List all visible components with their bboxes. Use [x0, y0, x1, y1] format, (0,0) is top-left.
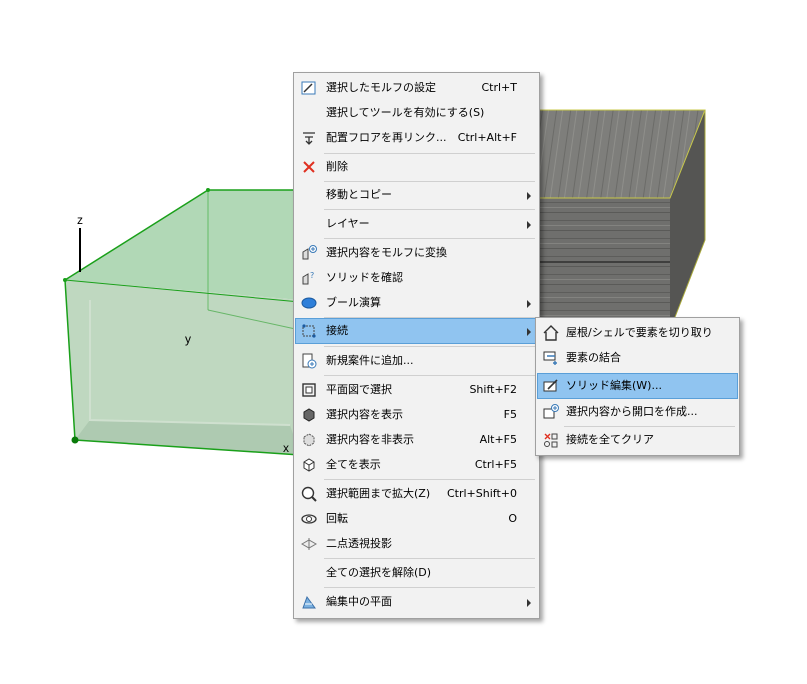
- submenu-arrow-icon: [527, 192, 531, 200]
- separator: [324, 558, 535, 559]
- select-in-plan-icon: [302, 383, 316, 397]
- separator: [324, 153, 535, 154]
- boolean-icon: [301, 297, 317, 309]
- editing-plane-icon: [302, 595, 316, 609]
- trim-roof-icon: [543, 325, 559, 341]
- menu-item-two-point-perspective[interactable]: 二点透視投影: [296, 532, 537, 556]
- menu-item-layer[interactable]: レイヤー: [296, 212, 537, 236]
- submenu-item-clear-connections[interactable]: 接続を全てクリア: [538, 428, 737, 452]
- menu-item-show-all[interactable]: 全てを表示 Ctrl+F5: [296, 453, 537, 477]
- solid-edit-icon: [543, 379, 558, 392]
- separator: [324, 375, 535, 376]
- selected-morph-box[interactable]: [63, 188, 301, 456]
- submenu-arrow-icon: [527, 221, 531, 229]
- separator: [564, 426, 735, 427]
- menu-item-delete[interactable]: 削除: [296, 155, 537, 179]
- check-solid-icon: ?: [302, 271, 314, 285]
- show-all-icon: [303, 458, 315, 472]
- menu-item-connect[interactable]: 接続: [295, 318, 538, 344]
- wood-block[interactable]: [540, 109, 706, 331]
- separator: [324, 479, 535, 480]
- orbit-icon: [301, 514, 317, 524]
- menu-item-boolean[interactable]: ブール演算: [296, 291, 537, 315]
- separator: [324, 587, 535, 588]
- merge-elements-icon: [543, 351, 557, 365]
- menu-item-add-to-new-issue[interactable]: 新規案件に追加...: [296, 349, 537, 373]
- separator: [324, 317, 535, 318]
- create-opening-icon: [543, 404, 559, 419]
- menu-item-select-and-activate-tool[interactable]: 選択してツールを有効にする(S): [296, 101, 537, 125]
- menu-item-editing-plane[interactable]: 編集中の平面: [296, 590, 537, 614]
- submenu-item-trim-to-roof-shell[interactable]: 屋根/シェルで要素を切り取り: [538, 321, 737, 345]
- context-menu: 選択したモルフの設定 Ctrl+T 選択してツールを有効にする(S) 配置フロア…: [293, 72, 540, 619]
- connect-icon: [302, 324, 316, 338]
- convert-to-morph-icon: [302, 245, 317, 260]
- submenu-item-solid-edit[interactable]: ソリッド編集(W)...: [537, 373, 738, 399]
- zoom-selection-icon: [301, 486, 317, 502]
- two-point-perspective-icon: [300, 538, 318, 550]
- menu-item-zoom-to-selection[interactable]: 選択範囲まで拡大(Z) Ctrl+Shift+0: [296, 482, 537, 506]
- menu-item-relink-floor[interactable]: 配置フロアを再リンク... Ctrl+Alt+F: [296, 126, 537, 150]
- separator: [324, 238, 535, 239]
- menu-item-morph-settings[interactable]: 選択したモルフの設定 Ctrl+T: [296, 76, 537, 100]
- axis-x-label: x: [283, 441, 289, 455]
- axis-y-label: y: [185, 332, 191, 346]
- submenu-item-create-opening[interactable]: 選択内容から開口を作成...: [538, 400, 737, 424]
- menu-item-move-and-copy[interactable]: 移動とコピー: [296, 183, 537, 207]
- menu-item-check-solid[interactable]: ? ソリッドを確認: [296, 266, 537, 290]
- menu-item-select-in-plan[interactable]: 平面図で選択 Shift+F2: [296, 378, 537, 402]
- menu-item-convert-to-morph[interactable]: 選択内容をモルフに変換: [296, 241, 537, 265]
- menu-item-deselect-all[interactable]: 全ての選択を解除(D): [296, 561, 537, 585]
- svg-text:?: ?: [310, 271, 314, 280]
- add-issue-icon: [302, 353, 317, 369]
- submenu-item-merge-elements[interactable]: 要素の結合: [538, 346, 737, 370]
- separator: [324, 181, 535, 182]
- delete-icon: [303, 161, 315, 173]
- separator: [324, 346, 535, 347]
- separator: [324, 209, 535, 210]
- show-selection-icon: [303, 408, 315, 422]
- submenu-arrow-icon: [527, 328, 531, 336]
- menu-item-orbit[interactable]: 回転 O: [296, 507, 537, 531]
- connect-submenu: 屋根/シェルで要素を切り取り 要素の結合 ソリッド編集(W)... 選択内容から…: [535, 317, 740, 456]
- clear-connections-icon: [544, 433, 558, 448]
- morph-settings-icon: [301, 81, 316, 95]
- hide-selection-icon: [303, 433, 315, 447]
- submenu-arrow-icon: [527, 599, 531, 607]
- submenu-arrow-icon: [527, 300, 531, 308]
- relink-floor-icon: [303, 132, 315, 145]
- axis-z-label: z: [77, 213, 83, 227]
- menu-item-hide-selection[interactable]: 選択内容を非表示 Alt+F5: [296, 428, 537, 452]
- menu-item-show-selection[interactable]: 選択内容を表示 F5: [296, 403, 537, 427]
